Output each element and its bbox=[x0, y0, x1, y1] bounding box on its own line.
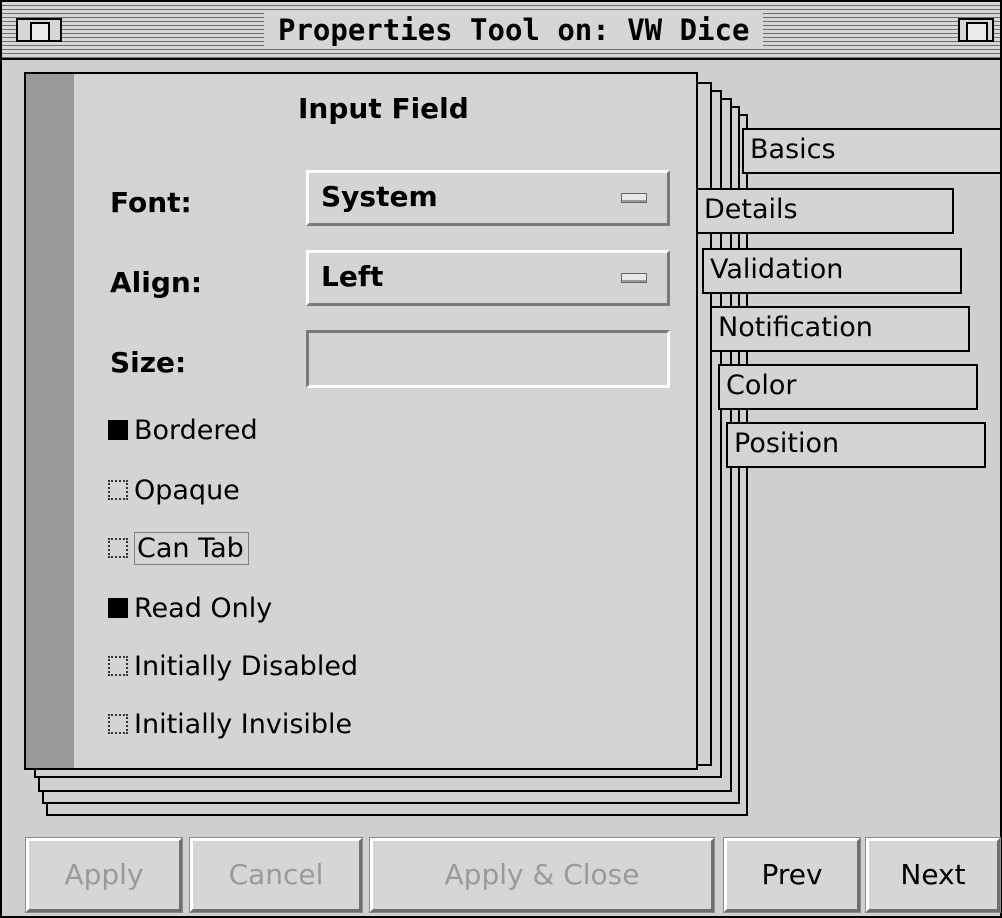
next-button[interactable]: Next bbox=[865, 837, 1001, 913]
font-popup-value: System bbox=[321, 180, 438, 213]
title-bar[interactable]: Properties Tool on: VW Dice bbox=[2, 2, 1000, 60]
tab-basics[interactable]: Basics bbox=[742, 128, 1002, 174]
checkbox-label: Read Only bbox=[134, 593, 273, 624]
properties-window: Properties Tool on: VW Dice Basics Detai… bbox=[0, 0, 1002, 918]
window-title: Properties Tool on: VW Dice bbox=[264, 12, 764, 48]
checkbox-label: Initially Invisible bbox=[134, 709, 353, 740]
size-field[interactable] bbox=[306, 330, 670, 388]
tab-position[interactable]: Position bbox=[726, 422, 986, 468]
tab-notification[interactable]: Notification bbox=[710, 306, 970, 352]
checkbox-unchecked-icon bbox=[108, 480, 128, 500]
zoom-box-icon[interactable] bbox=[958, 18, 994, 42]
checkbox-opaque[interactable]: Opaque bbox=[108, 474, 240, 508]
prev-button[interactable]: Prev bbox=[723, 837, 861, 913]
font-popup[interactable]: System bbox=[306, 170, 670, 226]
checkbox-unchecked-icon bbox=[108, 656, 128, 676]
tab-color[interactable]: Color bbox=[718, 364, 978, 410]
size-label: Size: bbox=[110, 346, 187, 379]
align-popup-value: Left bbox=[321, 260, 384, 293]
tab-details[interactable]: Details bbox=[696, 188, 954, 234]
checkbox-label: Initially Disabled bbox=[134, 651, 359, 682]
align-label: Align: bbox=[110, 266, 203, 299]
checkbox-label: Opaque bbox=[134, 475, 240, 506]
checkbox-bordered[interactable]: Bordered bbox=[108, 414, 258, 448]
checkbox-label: Can Tab bbox=[134, 532, 249, 565]
popup-grip-icon bbox=[621, 273, 647, 283]
apply-button[interactable]: Apply bbox=[25, 837, 183, 913]
checkbox-checked-icon bbox=[108, 420, 128, 440]
align-popup[interactable]: Left bbox=[306, 250, 670, 306]
checkbox-can-tab[interactable]: Can Tab bbox=[108, 532, 249, 566]
apply-and-close-button[interactable]: Apply & Close bbox=[369, 837, 715, 913]
checkbox-read-only[interactable]: Read Only bbox=[108, 592, 272, 626]
checkbox-unchecked-icon bbox=[108, 714, 128, 734]
checkbox-initially-disabled[interactable]: Initially Disabled bbox=[108, 650, 358, 684]
details-card: Input Field Font: System Align: Left Siz… bbox=[24, 72, 698, 770]
card-heading: Input Field bbox=[298, 92, 469, 125]
checkbox-checked-icon bbox=[108, 598, 128, 618]
popup-grip-icon bbox=[621, 193, 647, 203]
checkbox-label: Bordered bbox=[134, 415, 258, 446]
tab-validation[interactable]: Validation bbox=[702, 248, 962, 294]
font-label: Font: bbox=[110, 186, 192, 219]
card-side-strip bbox=[26, 74, 74, 768]
cancel-button[interactable]: Cancel bbox=[189, 837, 363, 913]
checkbox-unchecked-icon bbox=[108, 538, 128, 558]
checkbox-initially-invisible[interactable]: Initially Invisible bbox=[108, 708, 352, 742]
close-box-icon[interactable] bbox=[16, 18, 62, 42]
